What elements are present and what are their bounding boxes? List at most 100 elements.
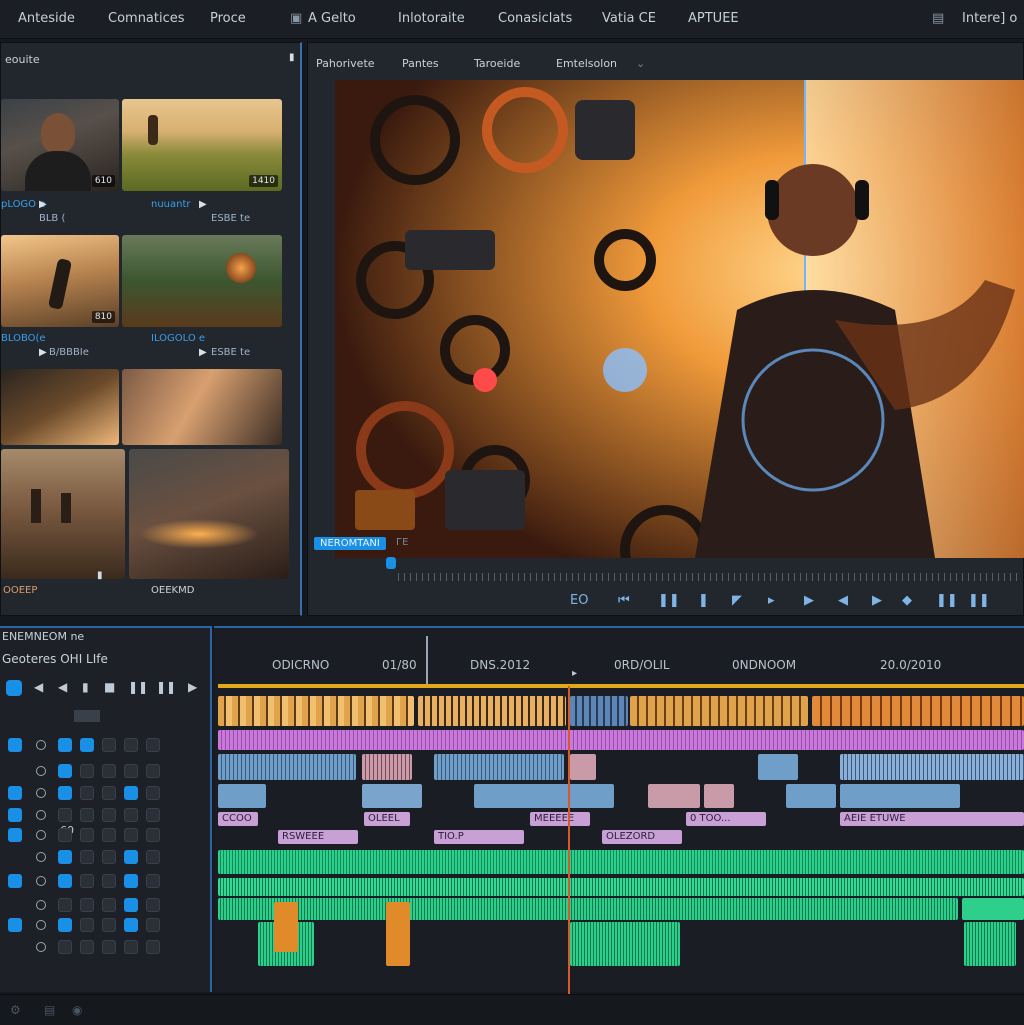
menu-right-label[interactable]: Intere] o <box>962 11 1017 26</box>
track-toggle-button-active[interactable] <box>124 850 138 864</box>
track-toggle-button[interactable] <box>80 874 94 888</box>
video-clip[interactable] <box>630 696 808 726</box>
track-toggle-button[interactable] <box>146 918 160 932</box>
track-toggle-button[interactable] <box>80 786 94 800</box>
stop-icon[interactable]: ■ <box>104 680 115 694</box>
viewer-tab[interactable]: Emtelsolon <box>556 57 617 70</box>
track-toggle-button[interactable] <box>80 828 94 842</box>
track-toggle-button-active[interactable] <box>124 786 138 800</box>
track-toggle-button[interactable] <box>102 808 116 822</box>
title-clip[interactable]: OLEZORD <box>602 830 682 844</box>
track-visibility-icon[interactable] <box>36 810 46 820</box>
cut-icon[interactable]: ◤ <box>732 593 742 608</box>
track-toggle-button[interactable] <box>58 808 72 822</box>
media-thumbnail[interactable] <box>122 235 282 327</box>
menu-item-7[interactable]: Vatia CE <box>602 11 656 26</box>
track-toggle-button[interactable] <box>146 738 160 752</box>
play-icon[interactable]: ▶ <box>39 199 47 210</box>
step-icon[interactable]: ▸ <box>768 593 775 608</box>
zoom-label[interactable]: EO <box>570 593 588 608</box>
track-toggle-button-active[interactable] <box>124 898 138 912</box>
track-select-button[interactable] <box>8 738 22 752</box>
track-toggle-button[interactable] <box>102 874 116 888</box>
track-toggle-button[interactable] <box>124 764 138 778</box>
track-visibility-icon[interactable] <box>36 788 46 798</box>
media-thumbnail[interactable] <box>1 369 119 445</box>
scrub-bar[interactable] <box>398 573 1018 581</box>
sfx-clip[interactable] <box>386 902 410 966</box>
audio-clip[interactable] <box>840 754 1024 780</box>
chevron-down-icon[interactable]: ⌄ <box>636 57 645 70</box>
media-thumbnail[interactable] <box>122 369 282 445</box>
track-toggle-button-active[interactable] <box>58 850 72 864</box>
audio-clip[interactable] <box>474 784 614 808</box>
title-clip[interactable]: AEIE ETUWE <box>840 812 1024 826</box>
track-toggle-button[interactable] <box>124 940 138 954</box>
track-toggle-button[interactable] <box>102 850 116 864</box>
audio-clip[interactable] <box>362 754 412 780</box>
audio-clip[interactable] <box>704 784 734 808</box>
playhead-handle[interactable] <box>386 557 396 569</box>
music-clip[interactable] <box>218 898 958 920</box>
work-area-bar[interactable] <box>218 684 1024 688</box>
media-thumbnail[interactable]: 1410 <box>122 99 282 191</box>
menu-item-1[interactable]: Anteside <box>18 11 75 26</box>
track-toggle-button[interactable] <box>124 828 138 842</box>
more-icon[interactable]: ❚❚ <box>968 593 990 608</box>
track-toggle-button[interactable] <box>80 764 94 778</box>
audio-clip[interactable] <box>218 784 266 808</box>
track-toggle-button[interactable] <box>58 898 72 912</box>
sfx-clip[interactable] <box>274 902 298 952</box>
pause-icon[interactable]: ❚❚ <box>128 680 148 694</box>
track-toggle-button[interactable] <box>146 764 160 778</box>
play-icon[interactable]: ▶ <box>199 199 207 210</box>
media-thumbnail[interactable]: 610 <box>1 99 119 191</box>
track-toggle-button[interactable] <box>102 918 116 932</box>
next-icon[interactable]: ▶ <box>188 680 197 694</box>
track-visibility-icon[interactable] <box>36 766 46 776</box>
track-toggle-button[interactable] <box>146 828 160 842</box>
video-clip[interactable] <box>570 696 628 726</box>
skip-back-icon[interactable]: ⏮ <box>618 593 630 608</box>
track-toggle-button[interactable] <box>80 940 94 954</box>
track-visibility-icon[interactable] <box>36 942 46 952</box>
track-toggle-button[interactable] <box>102 786 116 800</box>
track-visibility-icon[interactable] <box>36 900 46 910</box>
menu-item-5[interactable]: Inlotoraite <box>398 11 465 26</box>
viewer-tab[interactable]: Pahorivete <box>316 57 375 70</box>
track-toggle-button-active[interactable] <box>80 738 94 752</box>
viewer-tab[interactable]: Taroeide <box>474 57 520 70</box>
menu-item-4[interactable]: A Gelto <box>308 11 356 26</box>
track-toggle-button-active[interactable] <box>58 764 72 778</box>
track-toggle-button[interactable] <box>80 918 94 932</box>
layout-icon[interactable]: ▤ <box>44 1003 55 1017</box>
track-toggle-button-active[interactable] <box>58 874 72 888</box>
track-toggle-button[interactable] <box>102 764 116 778</box>
pause-icon[interactable]: ❚❚ <box>156 680 176 694</box>
viewer-tab[interactable]: Pantes <box>402 57 439 70</box>
title-clip[interactable]: RSWEEE <box>278 830 358 844</box>
title-clip[interactable]: MEEEEE <box>530 812 590 826</box>
track-visibility-icon[interactable] <box>36 852 46 862</box>
play-icon[interactable]: ▶ <box>804 593 814 608</box>
track-toggle-button-active[interactable] <box>124 874 138 888</box>
track-toggle-button[interactable] <box>102 940 116 954</box>
audio-clip[interactable] <box>840 784 960 808</box>
track-toggle-button[interactable] <box>146 898 160 912</box>
play-icon[interactable]: ▶ <box>199 347 207 358</box>
rewind-icon[interactable]: ◀ <box>838 593 848 608</box>
title-clip[interactable]: OLEEL <box>364 812 410 826</box>
menu-item-2[interactable]: Comnatices <box>108 11 185 26</box>
audio-clip[interactable] <box>218 754 356 780</box>
track-toggle-button[interactable] <box>146 808 160 822</box>
video-clip[interactable] <box>418 696 566 726</box>
track-toggle-button[interactable] <box>146 940 160 954</box>
music-clip[interactable] <box>962 898 1024 920</box>
overlay-clip[interactable] <box>218 730 1024 750</box>
track-toggle-button[interactable] <box>124 738 138 752</box>
track-toggle-button[interactable] <box>146 874 160 888</box>
menu-item-8[interactable]: APTUEE <box>688 11 739 26</box>
panel-menu-icon[interactable]: ▮ <box>289 53 299 63</box>
track-toggle-button[interactable] <box>124 808 138 822</box>
track-visibility-icon[interactable] <box>36 920 46 930</box>
